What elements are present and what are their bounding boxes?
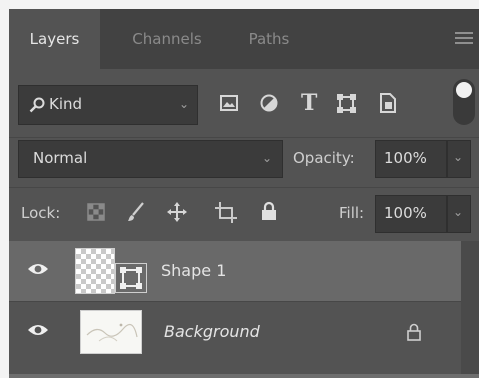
opacity-value: 100% <box>384 149 427 167</box>
layer-name: Background <box>164 322 260 341</box>
shape-mask-icon <box>120 267 142 289</box>
type-filter-icon[interactable]: T <box>301 90 317 116</box>
blend-mode-value: Normal <box>33 149 88 167</box>
visibility-eye-icon[interactable] <box>27 262 49 276</box>
background-photo-thumbnail <box>86 323 138 342</box>
layer-name: Shape 1 <box>161 261 227 280</box>
filter-toggle-switch[interactable] <box>453 79 475 125</box>
fill-label: Fill: <box>339 204 365 222</box>
smart-object-filter-icon[interactable] <box>380 93 396 113</box>
blend-mode-dropdown[interactable]: Normal ⌄ <box>18 140 283 178</box>
divider <box>9 137 479 138</box>
chevron-down-icon: ⌄ <box>179 97 190 111</box>
opacity-field[interactable]: 100% <box>375 140 447 178</box>
opacity-dropdown-button[interactable]: ⌄ <box>447 140 471 178</box>
tab-channels[interactable]: Channels <box>112 9 222 69</box>
fill-value: 100% <box>384 204 427 222</box>
tab-layers[interactable]: Layers <box>9 9 100 69</box>
panel-tab-bar: Layers Channels Paths <box>9 9 479 69</box>
lock-artboard-icon[interactable] <box>215 201 237 223</box>
filter-toggle-icon <box>456 82 472 98</box>
fill-field[interactable]: 100% <box>375 195 447 233</box>
fill-dropdown-button[interactable]: ⌄ <box>447 195 471 233</box>
lock-transparent-pixels-icon[interactable] <box>87 203 105 221</box>
filter-kind-dropdown[interactable]: Kind ⌄ <box>18 85 198 125</box>
tab-paths[interactable]: Paths <box>231 9 307 69</box>
divider <box>9 187 479 188</box>
shape-filter-icon[interactable] <box>337 94 356 113</box>
lock-image-pixels-icon[interactable] <box>127 202 145 222</box>
chevron-down-icon: ⌄ <box>262 151 273 165</box>
lock-all-icon[interactable] <box>261 201 277 221</box>
vector-mask-thumbnail <box>115 263 147 293</box>
lock-row: Lock: Fill: 100% ⌄ <box>9 193 479 235</box>
panel-bottom-edge <box>9 374 479 378</box>
adjustment-filter-icon[interactable] <box>260 94 278 112</box>
layer-thumbnail <box>80 310 142 354</box>
layer-row-shape-1[interactable]: Shape 1 <box>9 241 461 301</box>
search-icon <box>29 97 45 113</box>
layer-lock-icon <box>407 323 421 341</box>
lock-position-icon[interactable] <box>167 202 187 222</box>
filter-kind-label: Kind <box>49 95 83 113</box>
filter-row: Kind ⌄ T <box>9 79 479 127</box>
visibility-eye-icon[interactable] <box>27 323 49 337</box>
image-filter-icon[interactable] <box>220 95 238 111</box>
opacity-label: Opacity: <box>293 149 355 167</box>
panel-menu-icon[interactable] <box>455 32 473 46</box>
layer-thumbnail <box>75 248 115 294</box>
blend-row: Normal ⌄ Opacity: 100% ⌄ <box>9 140 479 180</box>
layers-panel: Layers Channels Paths Kind ⌄ T Normal ⌄ … <box>9 9 479 375</box>
lock-label: Lock: <box>21 204 61 222</box>
layers-scrollbar[interactable] <box>461 241 479 375</box>
layer-row-background[interactable]: Background <box>9 302 461 362</box>
chevron-down-icon: ⌄ <box>453 150 464 164</box>
chevron-down-icon: ⌄ <box>453 205 464 219</box>
